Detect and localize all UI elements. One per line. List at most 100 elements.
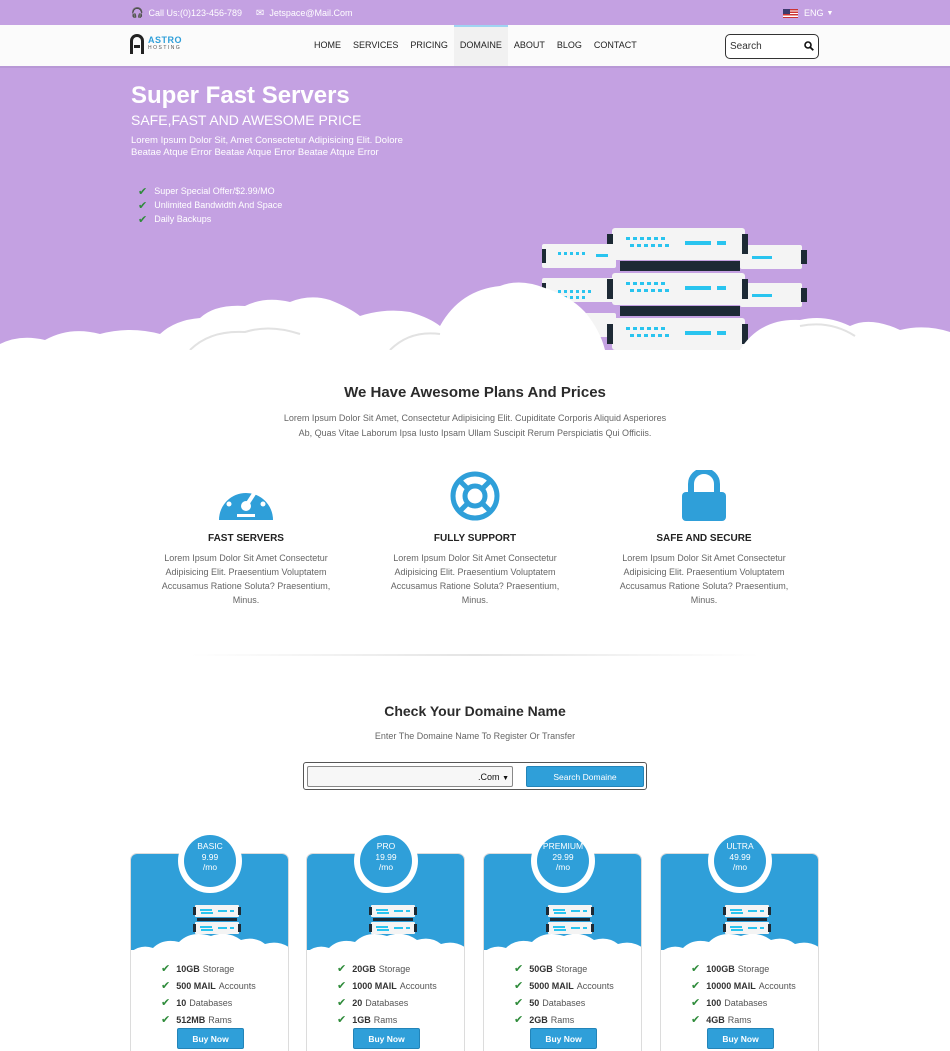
logo[interactable]: ASTRO HOSTING (130, 34, 182, 54)
check-icon: ✔ (514, 963, 524, 975)
plan-feature: ✔ 10000 MAIL Accounts (691, 977, 796, 994)
plan-feature-label: Accounts (758, 980, 796, 991)
plan-feature-label: Storage (555, 963, 588, 974)
feature-title: SAFE AND SECURE (656, 533, 752, 544)
nav-item-home[interactable]: HOME (308, 25, 347, 66)
plans-subtitle: Lorem Ipsum Dolor Sit Amet, Consectetur … (0, 411, 950, 441)
buy-now-button[interactable]: Buy Now (530, 1028, 597, 1049)
logo-main-text: ASTRO (148, 35, 182, 45)
plan-feature-label: Rams (208, 1014, 232, 1025)
search-input[interactable] (730, 41, 800, 52)
plan-feature: ✔ 10 Databases (161, 994, 256, 1011)
nav-item-contact[interactable]: CONTACT (588, 25, 643, 66)
domain-title: Check Your Domaine Name (384, 703, 566, 719)
server-icon (546, 904, 594, 941)
feature-title: FULLY SUPPORT (433, 533, 517, 544)
search-icon[interactable] (804, 41, 814, 51)
plan-period: /mo (378, 862, 394, 872)
phone-text: Call Us:(0)123-456-789 (148, 8, 242, 18)
plan-feature-value: 1GB (352, 1014, 371, 1025)
plan-feature-value: 20 (352, 997, 363, 1008)
envelope-icon: ✉ (256, 7, 265, 19)
check-icon: ✔ (161, 980, 171, 992)
plan-feature-label: Accounts (576, 980, 614, 991)
plan-feature: ✔ 100 Databases (691, 994, 796, 1011)
plan-feature: ✔ 512MB Rams (161, 1011, 256, 1028)
nav-item-pricing[interactable]: PRICING (404, 25, 454, 66)
plan-period: /mo (555, 862, 571, 872)
plan-features: ✔ 100GB Storage ✔ 10000 MAIL Accounts ✔ 100 Data… (691, 960, 796, 1028)
language-selector[interactable]: ENG ▼ (783, 8, 833, 18)
check-icon: ✔ (691, 997, 701, 1009)
plan-features: ✔ 50GB Storage ✔ 5000 MAIL Accounts ✔ 50 Databas… (514, 960, 614, 1028)
plan-period: /mo (732, 862, 748, 872)
price-badge: PRO 19.99/mo (354, 829, 418, 893)
feature-text: Lorem Ipsum Dolor Sit Amet Consectetur A… (161, 553, 331, 605)
plan-feature-label: Databases (542, 997, 586, 1008)
server-icon (723, 904, 771, 941)
plan-feature-value: 512MB (176, 1014, 206, 1025)
hero-subtitle: SAFE,FAST AND AWESOME PRICE (131, 112, 362, 128)
plan-feature: ✔ 2GB Rams (514, 1011, 614, 1028)
email-text[interactable]: Jetspace@Mail.Com (269, 8, 352, 18)
search-box (725, 34, 819, 59)
plan-feature-label: Databases (189, 997, 233, 1008)
phone-item: 🎧 Call Us:(0)123-456-789 (131, 8, 242, 18)
check-icon: ✔ (337, 997, 347, 1009)
check-icon: ✔ (691, 980, 701, 992)
plan-period: /mo (202, 862, 218, 872)
server-icon (369, 904, 417, 941)
nav-item-about[interactable]: ABOUT (508, 25, 551, 66)
feature-text: Lorem Ipsum Dolor Sit Amet Consectetur A… (390, 553, 560, 605)
plan-feature-value: 50GB (529, 963, 553, 974)
check-icon: ✔ (138, 185, 148, 198)
plan-features: ✔ 20GB Storage ✔ 1000 MAIL Accounts ✔ 20 Databas… (337, 960, 437, 1028)
domain-input[interactable]: .Com ▼ (307, 766, 513, 787)
plan-name: PRO (376, 841, 396, 851)
us-flag-icon (783, 8, 798, 18)
lock-icon (682, 470, 726, 521)
plan-feature: ✔ 10GB Storage (161, 960, 256, 977)
hero-bullet: ✔ Daily Backups (138, 212, 282, 226)
search-domain-button[interactable]: Search Domaine (526, 766, 644, 787)
top-bar: 🎧 Call Us:(0)123-456-789 ✉ Jetspace@Mail… (0, 0, 950, 25)
plan-feature-value: 10GB (176, 963, 200, 974)
plan-price: 29.99 (552, 851, 574, 862)
plan-price: 9.99 (201, 851, 219, 862)
buy-now-button[interactable]: Buy Now (177, 1028, 244, 1049)
tld-value: .Com (478, 772, 500, 782)
nav-item-domaine[interactable]: DOMAINE (453, 25, 508, 66)
check-icon: ✔ (138, 213, 148, 226)
nav-item-services[interactable]: SERVICES (347, 25, 404, 66)
domain-search-form: .Com ▼ Search Domaine (303, 762, 647, 790)
plan-name: ULTRA (726, 841, 754, 851)
price-badge: PREMIUM 29.99/mo (531, 829, 595, 893)
plan-feature-value: 4GB (706, 1014, 725, 1025)
plan-feature-value: 100GB (706, 963, 735, 974)
chevron-down-icon: ▼ (502, 775, 509, 782)
tld-select[interactable]: .Com ▼ (478, 772, 509, 782)
buy-now-button[interactable]: Buy Now (707, 1028, 774, 1049)
plans-subtitle-line1: Lorem Ipsum Dolor Sit Amet, Consectetur … (283, 413, 667, 423)
main-menu: HOME SERVICES PRICING DOMAINE ABOUT BLOG CONTA… (308, 25, 643, 66)
plan-feature-label: Rams (373, 1014, 398, 1025)
nav-item-blog[interactable]: BLOG (551, 25, 588, 66)
plan-feature-label: Rams (550, 1014, 575, 1025)
plan-feature-value: 500 MAIL (176, 980, 216, 991)
check-icon: ✔ (691, 1014, 701, 1026)
check-icon: ✔ (691, 963, 701, 975)
plan-feature: ✔ 500 MAIL Accounts (161, 977, 256, 994)
buy-now-button[interactable]: Buy Now (353, 1028, 420, 1049)
hero-bullet: ✔ Unlimited Bandwidth And Space (138, 198, 282, 212)
plan-feature-label: Rams (727, 1014, 752, 1025)
navbar: ASTRO HOSTING HOME SERVICES PRICING DOMAINE… (0, 25, 950, 68)
plan-name: PREMIUM (542, 841, 584, 851)
caret-down-icon: ▼ (826, 9, 834, 17)
plan-feature: ✔ 1000 MAIL Accounts (337, 977, 437, 994)
plan-feature-value: 10 (176, 997, 187, 1008)
check-icon: ✔ (514, 1014, 524, 1026)
hero-bullet-list: ✔ Super Special Offer/$2.99/MO ✔ Unlimited … (138, 184, 282, 226)
plan-feature-value: 50 (529, 997, 540, 1008)
check-icon: ✔ (337, 963, 347, 975)
hero-bullet-text: Unlimited Bandwidth And Space (154, 200, 283, 210)
